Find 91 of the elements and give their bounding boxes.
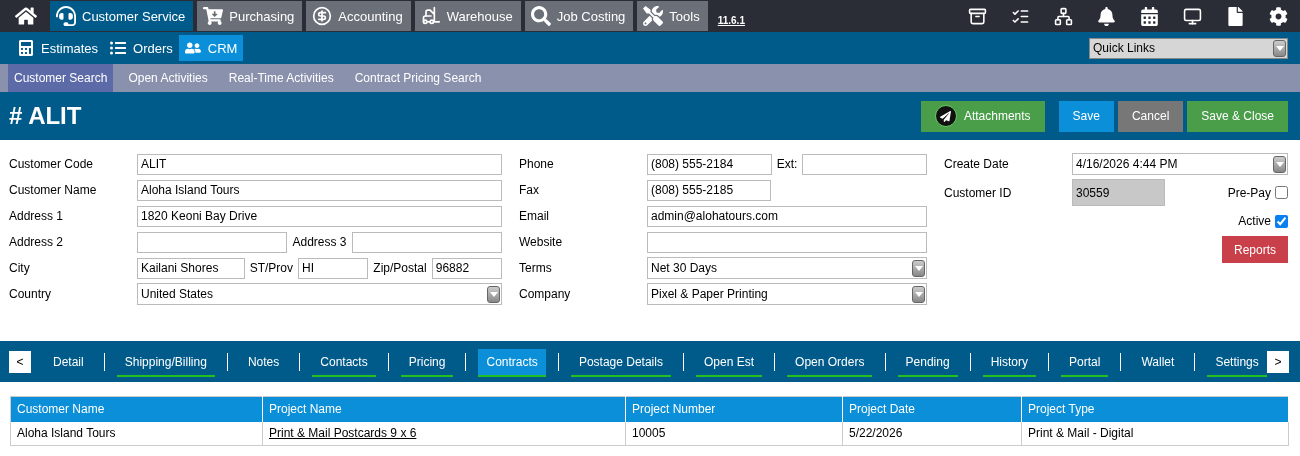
module-tab[interactable]: Accounting: [306, 1, 411, 31]
field-label: Active: [1238, 214, 1271, 228]
detail-tab[interactable]: Postage Details: [570, 348, 671, 377]
tools-icon: [643, 6, 664, 26]
detail-tab[interactable]: Shipping/Billing: [116, 348, 215, 377]
nav-tab[interactable]: Estimates: [12, 35, 105, 61]
action-button[interactable]: Cancel: [1117, 100, 1184, 132]
version-link[interactable]: 11.6.1: [717, 15, 745, 26]
column-header[interactable]: Project Date: [842, 396, 1022, 422]
action-button[interactable]: Save: [1058, 100, 1114, 132]
checkbox[interactable]: [1275, 214, 1288, 228]
input-field[interactable]: Aloha Island Tours: [137, 179, 502, 201]
detail-tab[interactable]: Contracts: [478, 348, 546, 377]
module-tab[interactable]: Job Costing: [524, 1, 634, 31]
input-field[interactable]: HI: [298, 257, 369, 279]
detail-tab[interactable]: History: [982, 348, 1036, 377]
field-label: Address 1: [9, 209, 65, 223]
field-label: Address 3: [292, 235, 347, 249]
column-header[interactable]: Project Name: [262, 396, 626, 422]
field-label: Zip/Postal: [373, 261, 427, 275]
cart-icon: [203, 6, 224, 26]
module-tab[interactable]: Tools: [637, 1, 708, 31]
module-tab[interactable]: Warehouse: [414, 1, 521, 31]
page-title: # ALIT: [9, 102, 82, 130]
input-field[interactable]: (808) 555-2184: [647, 153, 772, 175]
detail-tab[interactable]: Notes: [239, 348, 288, 377]
field-label: Pre-Pay: [1227, 185, 1271, 200]
input-field[interactable]: ALIT: [137, 153, 502, 175]
paper-plane-icon: [934, 105, 957, 127]
field-label: City: [9, 261, 31, 275]
previous-button[interactable]: <: [9, 350, 31, 373]
field-label: Terms: [519, 261, 553, 275]
field-label: Ext:: [776, 157, 798, 171]
table-cell: Aloha Island Tours: [10, 421, 263, 446]
column-header[interactable]: Project Number: [625, 396, 843, 422]
input-field[interactable]: admin@alohatours.com: [647, 205, 927, 227]
nav-tab[interactable]: CRM: [178, 35, 244, 61]
column-header[interactable]: Customer Name: [10, 396, 263, 422]
detail-tab[interactable]: Contacts: [312, 348, 376, 377]
checkbox[interactable]: [1275, 186, 1288, 199]
list-icon: [110, 40, 127, 56]
table-cell: 10005: [625, 421, 843, 446]
field-label: Customer Name: [9, 183, 98, 197]
detail-tab[interactable]: Pricing: [400, 348, 454, 377]
field-label: Country: [9, 287, 53, 301]
field-label: Customer ID: [944, 185, 1013, 200]
input-field[interactable]: Kailani Shores: [137, 257, 245, 279]
next-button[interactable]: >: [1267, 350, 1289, 373]
input-field[interactable]: 96882: [431, 257, 502, 279]
select-field[interactable]: United States: [137, 283, 502, 305]
quick-links-select[interactable]: Quick Links: [1089, 37, 1288, 59]
field-label: Customer Code: [9, 157, 95, 171]
headset-icon: [56, 6, 76, 26]
dollar-icon: [312, 6, 333, 26]
field-label: ST/Prov: [249, 261, 294, 275]
users-icon: [184, 40, 201, 56]
section-tab[interactable]: Customer Search: [8, 64, 114, 92]
detail-tab[interactable]: Pending: [897, 348, 958, 377]
detail-tab[interactable]: Open Orders: [787, 348, 873, 377]
input-field[interactable]: 1820 Keoni Bay Drive: [137, 205, 502, 227]
module-tab[interactable]: Purchasing: [197, 1, 303, 31]
field-label: Website: [519, 235, 564, 249]
module-tab[interactable]: Customer Service: [50, 1, 194, 31]
field-label: Fax: [519, 183, 540, 197]
reports-button[interactable]: Reports: [1222, 236, 1288, 263]
input-field[interactable]: [351, 231, 502, 253]
forklift-icon: [420, 6, 441, 26]
input-field[interactable]: [647, 231, 927, 253]
select-field[interactable]: Net 30 Days: [647, 257, 927, 279]
field-label: Email: [519, 209, 550, 223]
field-label: Address 2: [9, 235, 65, 249]
input-field[interactable]: (808) 555-2185: [647, 179, 771, 201]
nav-tab[interactable]: Orders: [104, 35, 179, 61]
project-link[interactable]: Print & Mail Postcards 9 x 6: [269, 426, 417, 441]
column-header[interactable]: Project Type: [1021, 396, 1289, 422]
detail-tab[interactable]: Wallet: [1133, 348, 1183, 377]
input-field[interactable]: [802, 153, 927, 175]
calculator-icon: [18, 40, 34, 56]
field-label: Create Date: [944, 157, 1010, 171]
field-label: Phone: [519, 157, 555, 171]
detail-tab[interactable]: Portal: [1061, 348, 1109, 377]
field-label: Company: [519, 287, 572, 301]
date-select[interactable]: 4/16/2026 4:44 PM: [1072, 153, 1288, 175]
detail-tab[interactable]: Open Est: [696, 348, 763, 377]
input-field[interactable]: 30559: [1072, 179, 1165, 206]
input-field[interactable]: [137, 231, 288, 253]
search-icon: [530, 6, 551, 26]
select-field[interactable]: Pixel & Paper Printing: [647, 283, 927, 305]
detail-tab[interactable]: Detail: [45, 348, 92, 377]
table-cell: Print & Mail - Digital: [1021, 421, 1289, 446]
table-cell: 5/22/2026: [842, 421, 1022, 446]
